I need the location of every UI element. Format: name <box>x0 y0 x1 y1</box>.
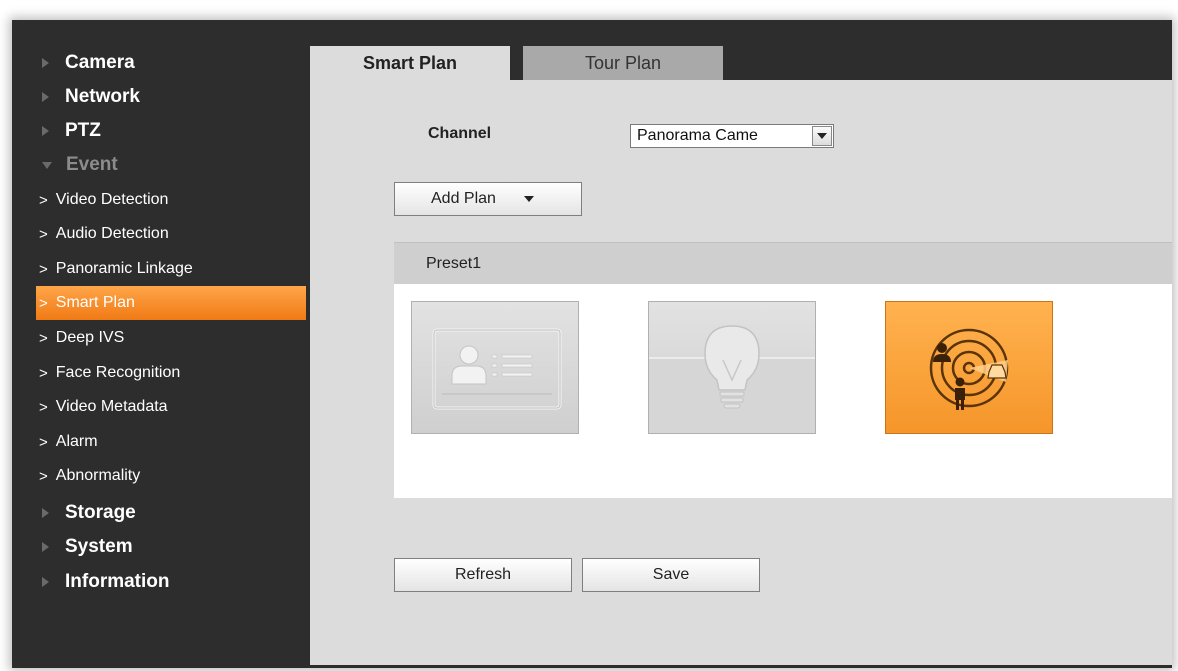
sidebar-item-abnormality[interactable]: > Abnormality <box>12 459 308 493</box>
expanded-triangle-icon <box>42 161 52 169</box>
sidebar-item-label: Video Detection <box>55 191 169 208</box>
chevron-right-icon: > <box>39 191 48 209</box>
tab-bar: Smart Plan Tour Plan <box>308 46 1172 80</box>
sidebar-item-smart-plan[interactable]: > Smart Plan <box>36 286 306 320</box>
chevron-right-icon: > <box>39 260 48 278</box>
sidebar-item-label: Alarm <box>55 433 98 450</box>
collapsed-triangle-icon <box>42 542 49 552</box>
sidebar-item-label: Deep IVS <box>55 329 125 346</box>
chevron-right-icon: > <box>39 329 48 347</box>
lightbulb-icon <box>649 325 815 433</box>
channel-select-value: Panorama Came <box>637 127 758 144</box>
sidebar-item-deep-ivs[interactable]: > Deep IVS <box>12 321 308 355</box>
collapsed-triangle-icon <box>42 577 49 587</box>
sidebar-item-event[interactable]: Event <box>12 148 308 182</box>
add-plan-button[interactable]: Add Plan <box>394 182 582 216</box>
chevron-right-icon: > <box>39 433 48 451</box>
preset-title: Preset1 <box>426 255 482 272</box>
sidebar-item-label: Video Metadata <box>55 398 168 415</box>
tab-smart-plan[interactable]: Smart Plan <box>310 46 510 80</box>
radar-people-vehicle-icon <box>929 328 1009 410</box>
sidebar-item-face-recognition[interactable]: > Face Recognition <box>12 356 308 390</box>
sidebar-item-label: System <box>65 536 133 557</box>
sidebar-item-label: Panoramic Linkage <box>55 260 193 277</box>
chevron-right-icon: > <box>39 364 48 382</box>
sidebar-item-label: Face Recognition <box>55 364 181 381</box>
collapsed-triangle-icon <box>42 58 49 68</box>
chevron-right-icon: > <box>39 398 48 416</box>
refresh-button[interactable]: Refresh <box>394 558 572 592</box>
chevron-right-icon: > <box>39 225 48 243</box>
chevron-right-icon: > <box>39 294 48 312</box>
sidebar-item-information[interactable]: Information <box>12 565 308 599</box>
chevron-down-icon <box>817 133 827 139</box>
sidebar-item-storage[interactable]: Storage <box>12 496 308 530</box>
sidebar-item-audio-detection[interactable]: > Audio Detection <box>12 217 308 251</box>
tab-tour-plan[interactable]: Tour Plan <box>523 46 723 80</box>
sidebar-item-video-metadata[interactable]: > Video Metadata <box>12 390 308 424</box>
add-plan-label: Add Plan <box>431 190 496 207</box>
sidebar-item-video-detection[interactable]: > Video Detection <box>12 183 308 217</box>
channel-label: Channel <box>428 125 492 142</box>
sidebar-item-label: Storage <box>65 502 136 523</box>
face-id-card-icon <box>432 328 562 410</box>
plan-card-lightbulb[interactable] <box>648 301 816 434</box>
collapsed-triangle-icon <box>42 126 49 136</box>
plan-card-face[interactable] <box>411 301 579 434</box>
dropdown-arrow-button[interactable] <box>812 126 832 146</box>
sidebar: Camera Network PTZ Event > Video Detectio… <box>12 20 308 668</box>
sidebar-item-alarm[interactable]: > Alarm <box>12 425 308 459</box>
sidebar-item-system[interactable]: System <box>12 530 308 564</box>
preset-header: Preset1 <box>394 242 1172 285</box>
chevron-right-icon: > <box>39 467 48 485</box>
sidebar-item-network[interactable]: Network <box>12 80 308 114</box>
sidebar-item-label: Event <box>66 154 118 175</box>
sidebar-item-label: PTZ <box>65 120 101 141</box>
collapsed-triangle-icon <box>42 508 49 518</box>
sidebar-item-label: Abnormality <box>55 467 141 484</box>
sidebar-item-panoramic-linkage[interactable]: > Panoramic Linkage <box>12 252 308 286</box>
sidebar-item-label: Information <box>65 571 170 592</box>
sidebar-item-label: Audio Detection <box>55 225 169 242</box>
channel-select[interactable]: Panorama Came <box>630 124 834 148</box>
chevron-down-icon <box>523 196 534 202</box>
save-button[interactable]: Save <box>582 558 760 592</box>
plan-card-radar[interactable] <box>885 301 1053 434</box>
sidebar-item-label: Smart Plan <box>55 294 135 311</box>
sidebar-item-ptz[interactable]: PTZ <box>12 114 308 148</box>
sidebar-item-label: Network <box>65 86 140 107</box>
sidebar-item-camera[interactable]: Camera <box>12 46 308 80</box>
collapsed-triangle-icon <box>42 92 49 102</box>
sidebar-item-label: Camera <box>65 52 135 73</box>
